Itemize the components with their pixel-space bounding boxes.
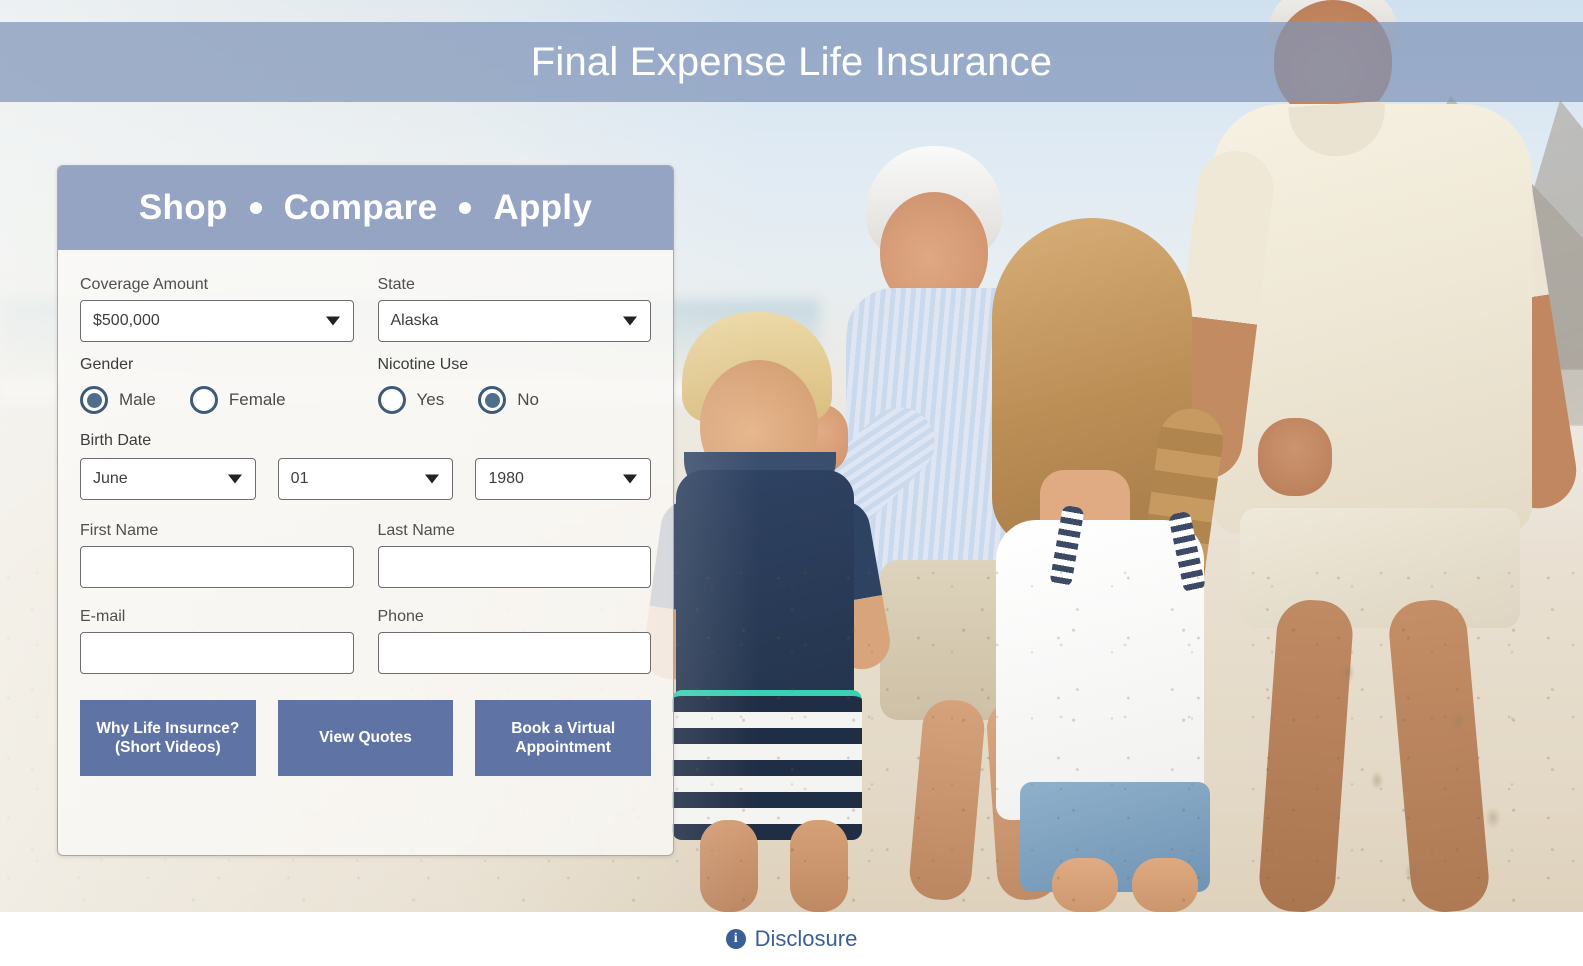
state-field-group: State Alaska xyxy=(377,266,651,342)
first-name-input[interactable] xyxy=(80,546,354,588)
birth-month-value: June xyxy=(93,470,128,487)
birth-date-row: June 01 1980 xyxy=(80,458,652,500)
birth-year-value: 1980 xyxy=(488,470,524,487)
quote-form-body: Coverage Amount $500,000 State Alaska Ge… xyxy=(58,250,673,776)
nicotine-use-label: Nicotine Use xyxy=(377,356,469,373)
gender-label: Gender xyxy=(80,356,134,373)
phone-group: Phone xyxy=(377,598,651,674)
state-value: Alaska xyxy=(390,312,439,329)
first-name-label: First Name xyxy=(80,522,159,539)
state-select[interactable]: Alaska xyxy=(377,300,651,342)
gender-option-male[interactable]: Male xyxy=(80,386,156,414)
nicotine-option-no[interactable]: No xyxy=(478,386,539,414)
book-appointment-button[interactable]: Book a Virtual Appointment xyxy=(475,700,652,776)
radio-male[interactable] xyxy=(80,386,108,414)
gender-radio-group: Male Female xyxy=(80,386,354,414)
radio-nicotine-yes[interactable] xyxy=(377,386,406,414)
view-quotes-button-text: View Quotes xyxy=(319,729,412,747)
why-line-2: (Short Videos) xyxy=(115,739,221,756)
nicotine-option-yes-label: Yes xyxy=(416,390,445,409)
last-name-group: Last Name xyxy=(377,512,651,588)
coverage-amount-select[interactable]: $500,000 xyxy=(80,300,354,342)
book-appointment-button-text: Book a Virtual Appointment xyxy=(511,719,615,758)
page-title-bar: Final Expense Life Insurance xyxy=(0,22,1583,102)
header-word-compare: Compare xyxy=(283,188,438,227)
nicotine-radio-group: Yes No xyxy=(377,386,652,414)
header-bullet-1 xyxy=(249,202,262,214)
chevron-down-icon xyxy=(425,474,440,484)
disclosure-label: Disclosure xyxy=(754,926,858,951)
coverage-amount-label: Coverage Amount xyxy=(80,276,209,293)
page-title: Final Expense Life Insurance xyxy=(530,39,1053,84)
chevron-down-icon xyxy=(227,474,242,484)
email-group: E-mail xyxy=(80,598,354,674)
gender-option-female-label: Female xyxy=(228,390,286,409)
grandfather-hand xyxy=(1258,418,1332,496)
form-actions: Why Life Insurnce? (Short Videos) View Q… xyxy=(80,700,652,776)
why-life-insurance-button[interactable]: Why Life Insurnce? (Short Videos) xyxy=(80,700,256,776)
header-word-apply: Apply xyxy=(493,188,593,227)
quote-form-header: Shop Compare Apply xyxy=(58,166,673,250)
name-row: First Name Last Name xyxy=(80,512,651,588)
radio-female[interactable] xyxy=(189,386,218,414)
coverage-field-group: Coverage Amount $500,000 xyxy=(80,266,354,342)
page-root: Final Expense Life Insurance Shop Compar… xyxy=(0,0,1583,966)
gender-nicotine-row: Gender Male Female Nicotine Use Yes No xyxy=(80,342,651,414)
gender-option-female[interactable]: Female xyxy=(189,386,286,414)
nicotine-option-yes[interactable]: Yes xyxy=(377,386,445,414)
last-name-label: Last Name xyxy=(377,522,455,539)
header-word-shop: Shop xyxy=(138,188,228,227)
first-name-group: First Name xyxy=(80,512,354,588)
why-life-insurance-button-text: Why Life Insurnce? (Short Videos) xyxy=(96,719,239,758)
book-line-1: Book a Virtual xyxy=(511,719,616,737)
birth-year-select[interactable]: 1980 xyxy=(475,458,652,500)
last-name-input[interactable] xyxy=(377,546,651,588)
book-line-2: Appointment xyxy=(515,739,611,756)
birth-day-value: 01 xyxy=(290,470,309,487)
birth-day-select[interactable]: 01 xyxy=(277,458,454,500)
coverage-amount-value: $500,000 xyxy=(93,312,160,329)
coverage-state-row: Coverage Amount $500,000 State Alaska xyxy=(80,266,651,342)
state-label: State xyxy=(377,276,415,293)
email-input[interactable] xyxy=(80,632,354,674)
contact-row: E-mail Phone xyxy=(80,598,651,674)
chevron-down-icon xyxy=(623,474,638,484)
radio-nicotine-no[interactable] xyxy=(478,386,507,414)
nicotine-field-group: Nicotine Use Yes No xyxy=(377,342,652,414)
chevron-down-icon xyxy=(325,316,340,326)
nicotine-option-no-label: No xyxy=(517,390,539,409)
birth-date-label: Birth Date xyxy=(80,432,152,449)
why-line-1: Why Life Insurnce? xyxy=(96,719,240,737)
header-bullet-2 xyxy=(459,202,472,214)
phone-input[interactable] xyxy=(377,632,651,674)
quote-form-panel: Shop Compare Apply Coverage Amount $500,… xyxy=(57,165,674,856)
view-quotes-button[interactable]: View Quotes xyxy=(277,700,454,776)
phone-label: Phone xyxy=(377,608,424,625)
page-footer: i Disclosure xyxy=(0,912,1583,966)
gender-option-male-label: Male xyxy=(119,390,156,409)
footprints-in-sand xyxy=(1290,640,1580,910)
info-icon: i xyxy=(725,929,746,949)
chevron-down-icon xyxy=(623,316,637,326)
disclosure-link[interactable]: i Disclosure xyxy=(725,926,858,952)
gender-field-group: Gender Male Female xyxy=(80,342,354,414)
email-label: E-mail xyxy=(80,608,126,625)
birth-month-select[interactable]: June xyxy=(80,458,256,500)
